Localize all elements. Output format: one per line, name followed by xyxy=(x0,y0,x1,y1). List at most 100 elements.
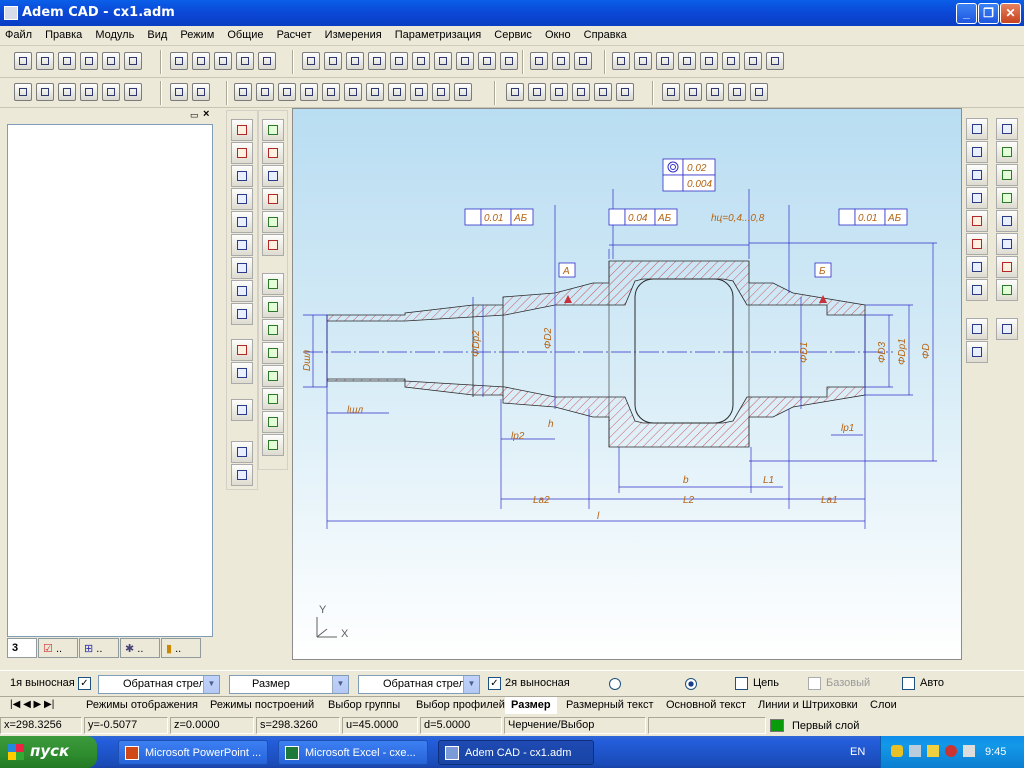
text-pos-radio-2[interactable] xyxy=(685,678,697,690)
tab-tree[interactable]: ⊞ .. xyxy=(79,638,119,658)
taskbar-excel[interactable]: Microsoft Excel - cxe... xyxy=(278,740,428,765)
lock-icon[interactable] xyxy=(744,52,762,70)
shield-icon[interactable] xyxy=(678,52,696,70)
scissors-icon[interactable] xyxy=(966,210,988,232)
pick-icon[interactable] xyxy=(192,52,210,70)
dim-linear-icon[interactable] xyxy=(662,83,680,101)
calc-grid-icon[interactable] xyxy=(231,119,253,141)
rotate-icon[interactable] xyxy=(996,233,1018,255)
cut-line-icon[interactable] xyxy=(966,256,988,278)
view-iso2-icon[interactable] xyxy=(456,52,474,70)
box-icon[interactable] xyxy=(656,52,674,70)
shape-green-icon[interactable] xyxy=(262,119,284,141)
point-icon[interactable] xyxy=(236,52,254,70)
shape-arrow-icon[interactable] xyxy=(966,187,988,209)
pentagon-icon[interactable] xyxy=(966,164,988,186)
arc-icon[interactable] xyxy=(322,83,340,101)
search-icon[interactable] xyxy=(36,83,54,101)
volume-icon[interactable] xyxy=(963,745,975,757)
menu-view[interactable]: Вид xyxy=(142,26,172,41)
dim-horizontal-icon[interactable] xyxy=(684,83,702,101)
arrow1-select[interactable]: Обратная стрел ▼ xyxy=(98,675,220,694)
drawing-canvas[interactable]: 0.02 0.004 0.01 АБ 0.04 АБ 0.01 АБ А Б h… xyxy=(292,108,962,660)
antivirus-icon[interactable] xyxy=(945,745,957,757)
ext2-checkbox[interactable]: ✓ xyxy=(488,677,501,690)
stair-icon[interactable] xyxy=(262,273,284,295)
menu-edit[interactable]: Правка xyxy=(40,26,87,41)
panel3-icon[interactable] xyxy=(262,365,284,387)
angle-icon[interactable] xyxy=(966,118,988,140)
properties-icon[interactable] xyxy=(14,83,32,101)
view-window-icon[interactable] xyxy=(500,52,518,70)
security-icon[interactable] xyxy=(891,745,903,757)
paste-icon[interactable] xyxy=(124,52,142,70)
tab-display-modes[interactable]: Режимы отображения xyxy=(80,697,204,714)
view-left-icon[interactable] xyxy=(346,52,364,70)
copy-icon[interactable] xyxy=(102,52,120,70)
calc-cut-icon[interactable] xyxy=(231,142,253,164)
menu-measure[interactable]: Измерения xyxy=(320,26,387,41)
diamond-icon[interactable] xyxy=(996,187,1018,209)
hatch-icon[interactable] xyxy=(410,83,428,101)
save-icon[interactable] xyxy=(58,52,76,70)
pin-icon[interactable]: ▭ xyxy=(190,110,200,120)
polygon-icon[interactable] xyxy=(388,83,406,101)
layers-icon[interactable] xyxy=(258,52,276,70)
view-front-icon[interactable] xyxy=(302,52,320,70)
taskbar-powerpoint[interactable]: Microsoft PowerPoint ... xyxy=(118,740,268,765)
list-arrow-icon[interactable] xyxy=(231,362,253,384)
shape-delete-icon[interactable] xyxy=(262,188,284,210)
truck-icon[interactable] xyxy=(612,52,630,70)
text-icon[interactable] xyxy=(506,83,524,101)
circle-select-icon[interactable] xyxy=(214,52,232,70)
taskbar-adem[interactable]: Adem CAD - cx1.adm xyxy=(438,740,594,765)
rebuild-icon[interactable] xyxy=(231,339,253,361)
sync-icon[interactable] xyxy=(700,52,718,70)
hatch-pattern-icon[interactable] xyxy=(966,341,988,363)
square-arrow-icon[interactable] xyxy=(231,188,253,210)
chain-checkbox[interactable] xyxy=(735,677,748,690)
tab-checklist[interactable]: ☑ .. xyxy=(38,638,78,658)
tree-view[interactable] xyxy=(7,124,213,637)
undo-icon[interactable] xyxy=(170,83,188,101)
erase-icon[interactable] xyxy=(170,52,188,70)
fill-icon[interactable] xyxy=(432,83,450,101)
dim-radius-icon[interactable] xyxy=(728,83,746,101)
redo-icon[interactable] xyxy=(192,83,210,101)
menu-help[interactable]: Справка xyxy=(579,26,632,41)
break-icon[interactable] xyxy=(231,303,253,325)
line-icon[interactable] xyxy=(234,83,252,101)
panel2-icon[interactable] xyxy=(262,342,284,364)
palette-icon[interactable] xyxy=(996,279,1018,301)
knife-icon[interactable] xyxy=(966,233,988,255)
view-back-icon[interactable] xyxy=(324,52,342,70)
view-top-icon[interactable] xyxy=(390,52,408,70)
circle3-icon[interactable] xyxy=(300,83,318,101)
dim-angle-icon[interactable] xyxy=(706,83,724,101)
menu-calc[interactable]: Расчет xyxy=(272,26,317,41)
start-button[interactable]: пуск xyxy=(0,736,97,768)
menu-window[interactable]: Окно xyxy=(540,26,576,41)
edit-shape-icon[interactable] xyxy=(966,279,988,301)
text-format-icon[interactable] xyxy=(528,83,546,101)
menu-file[interactable]: Файл xyxy=(0,26,37,41)
minimize-button[interactable]: _ xyxy=(956,3,977,24)
transfer-icon[interactable] xyxy=(634,52,652,70)
target-icon[interactable] xyxy=(262,211,284,233)
auto-checkbox[interactable] xyxy=(902,677,915,690)
fill-yellow-icon[interactable] xyxy=(996,141,1018,163)
roughness-icon[interactable] xyxy=(550,83,568,101)
arrow-green-icon[interactable] xyxy=(262,434,284,456)
tab-profile-select[interactable]: Выбор профилей xyxy=(410,697,511,714)
panel-icon[interactable] xyxy=(262,319,284,341)
table-list-icon[interactable] xyxy=(231,464,253,486)
trim-icon[interactable] xyxy=(454,83,472,101)
ext1-checkbox[interactable]: ✓ xyxy=(78,677,91,690)
menu-module[interactable]: Модуль xyxy=(90,26,139,41)
check-mark-icon[interactable] xyxy=(572,83,590,101)
menu-service[interactable]: Сервис xyxy=(489,26,537,41)
disabled-c-icon[interactable] xyxy=(102,83,120,101)
tab-main-text[interactable]: Основной текст xyxy=(660,697,752,714)
tab-dim-text[interactable]: Размерный текст xyxy=(560,697,660,714)
menu-param[interactable]: Параметризация xyxy=(390,26,486,41)
